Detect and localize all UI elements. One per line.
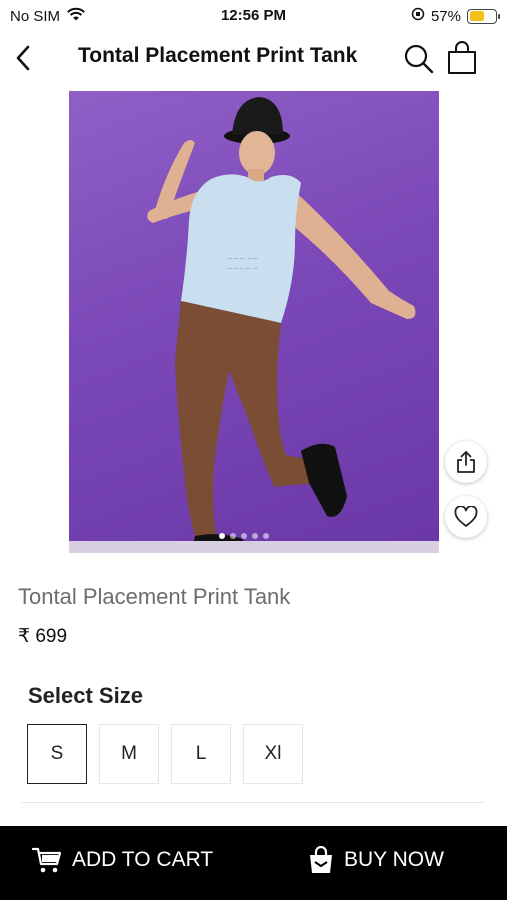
battery-fill <box>469 11 484 21</box>
size-option-xl[interactable]: Xl <box>243 724 303 784</box>
share-icon <box>457 451 475 473</box>
battery-percent: 57% <box>430 7 461 25</box>
search-icon <box>404 44 434 74</box>
gallery-dot[interactable] <box>263 533 269 539</box>
heart-icon <box>454 506 478 527</box>
cart-icon <box>32 847 62 873</box>
shopping-bag-icon <box>310 846 332 873</box>
back-icon <box>16 45 30 71</box>
status-right: 57% <box>411 7 500 25</box>
gallery-dot[interactable] <box>219 533 225 539</box>
add-to-cart-button[interactable]: ADD TO CART <box>32 846 213 874</box>
divider <box>22 802 484 803</box>
orientation-lock-icon <box>411 7 425 25</box>
buy-now-button[interactable]: BUY NOW <box>308 846 444 874</box>
gallery-dot[interactable] <box>252 533 258 539</box>
product-price: ₹ 699 <box>18 626 68 647</box>
model-photo: ~~~ ~~ ~~~~ ~ <box>147 97 416 553</box>
back-button[interactable] <box>8 42 38 74</box>
product-image[interactable]: ~~~ ~~ ~~~~ ~ <box>69 91 439 553</box>
header: Tontal Placement Print Tank <box>0 32 507 84</box>
gallery-dot[interactable] <box>241 533 247 539</box>
size-options: S M L Xl <box>27 724 303 784</box>
share-button[interactable] <box>445 441 487 483</box>
status-bar: No SIM 12:56 PM 57% <box>0 0 507 32</box>
svg-text:~~~ ~~: ~~~ ~~ <box>227 255 259 263</box>
size-option-m[interactable]: M <box>99 724 159 784</box>
search-button[interactable] <box>402 42 436 76</box>
battery-icon <box>467 8 500 24</box>
product-name: Tontal Placement Print Tank <box>18 584 291 609</box>
floor <box>69 541 439 553</box>
add-to-cart-label: ADD TO CART <box>72 848 214 871</box>
size-selector-title: Select Size <box>28 683 143 708</box>
size-option-l[interactable]: L <box>171 724 231 784</box>
page-title: Tontal Placement Print Tank <box>78 44 358 67</box>
gallery-dot[interactable] <box>230 533 236 539</box>
bottom-action-bar: ADD TO CART BUY NOW <box>0 826 507 900</box>
gallery-indicator <box>219 533 269 539</box>
bag-button[interactable] <box>444 40 480 76</box>
svg-text:~~~~ ~: ~~~~ ~ <box>227 265 259 273</box>
buy-now-label: BUY NOW <box>344 848 444 871</box>
size-option-s[interactable]: S <box>27 724 87 784</box>
bag-icon <box>448 41 476 74</box>
wishlist-button[interactable] <box>445 496 487 538</box>
